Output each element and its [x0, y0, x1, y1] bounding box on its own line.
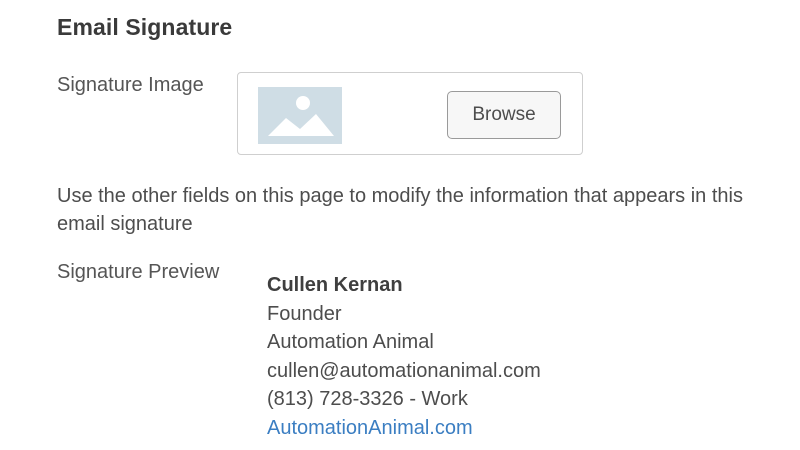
- section-title: Email Signature: [57, 14, 233, 40]
- preview-website-link[interactable]: AutomationAnimal.com: [267, 414, 541, 443]
- browse-button[interactable]: Browse: [447, 91, 561, 139]
- signature-image-label: Signature Image: [57, 74, 204, 96]
- image-placeholder-icon[interactable]: [258, 87, 342, 144]
- preview-email: cullen@automationanimal.com: [267, 359, 541, 382]
- help-text: Use the other fields on this page to mod…: [57, 185, 743, 235]
- preview-job-title: Founder: [267, 302, 342, 325]
- signature-preview-label: Signature Preview: [57, 261, 220, 283]
- email-signature-panel: Email Signature Signature Image Browse U…: [0, 0, 800, 450]
- preview-phone: (813) 728-3326 - Work: [267, 388, 468, 410]
- signature-image-box: Browse: [237, 72, 583, 155]
- preview-name: Cullen Kernan: [267, 274, 403, 296]
- signature-preview: Cullen Kernan Founder Automation Animal …: [267, 271, 541, 442]
- preview-company: Automation Animal: [267, 331, 434, 353]
